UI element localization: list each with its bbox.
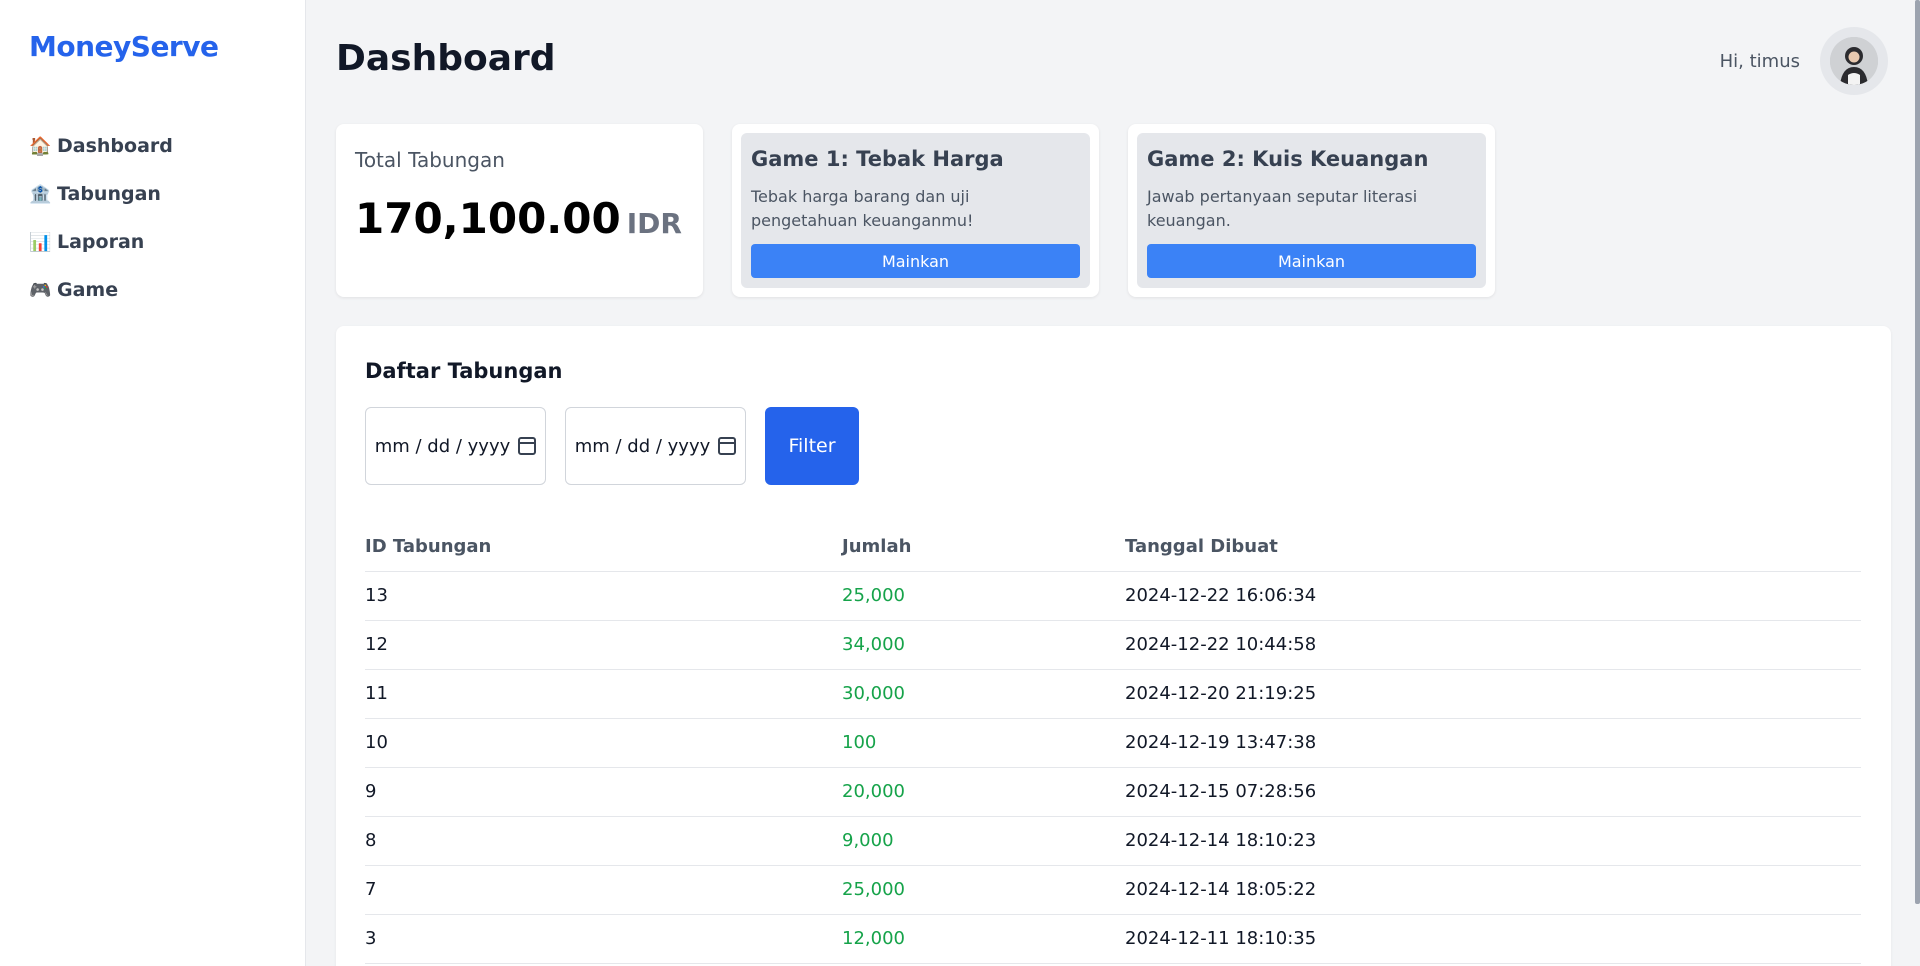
table-row: 12 34,000 2024-12-22 10:44:58	[365, 620, 1861, 670]
page-scrollbar[interactable]	[1915, 0, 1920, 966]
game-title: Game 1: Tebak Harga	[751, 147, 1004, 171]
sidebar-item-laporan[interactable]: 📊 Laporan	[29, 218, 173, 266]
cell-amount: 9,000	[842, 816, 1125, 866]
game-card-kuis-keuangan: Game 2: Kuis Keuangan Jawab pertanyaan s…	[1128, 124, 1495, 297]
cell-date: 2024-12-22 16:06:34	[1125, 571, 1861, 621]
table-row: 11 30,000 2024-12-20 21:19:25	[365, 669, 1861, 719]
game-card-body: Game 1: Tebak Harga Tebak harga barang d…	[741, 133, 1090, 288]
avatar-image	[1830, 37, 1878, 85]
cell-date: 2024-12-14 18:10:23	[1125, 816, 1861, 866]
sidebar-item-label: Game	[57, 279, 119, 301]
cell-id: 11	[365, 669, 842, 719]
calendar-icon[interactable]	[518, 437, 537, 455]
sidebar-nav: 🏠 Dashboard 🏦 Tabungan 📊 Laporan 🎮 Game	[29, 122, 173, 314]
total-savings-card: Total Tabungan 170,100.00 IDR	[336, 124, 703, 297]
cell-amount: 20,000	[842, 767, 1125, 817]
cell-amount: 30,000	[842, 669, 1125, 719]
play-game-2-button[interactable]: Mainkan	[1147, 244, 1476, 278]
savings-list-card: Daftar Tabungan mm / dd / yyyy mm / dd /…	[336, 326, 1891, 966]
cell-date: 2024-12-11 18:10:35	[1125, 914, 1861, 964]
cell-date: 2024-12-19 13:47:38	[1125, 718, 1861, 768]
user-greeting: Hi, timus	[1719, 50, 1800, 72]
column-header-date: Tanggal Dibuat	[1125, 522, 1861, 572]
avatar[interactable]	[1820, 27, 1888, 95]
cell-id: 8	[365, 816, 842, 866]
cell-amount: 100	[842, 718, 1125, 768]
cell-date: 2024-12-22 10:44:58	[1125, 620, 1861, 670]
table-row: 13 25,000 2024-12-22 16:06:34	[365, 571, 1861, 621]
game-card-body: Game 2: Kuis Keuangan Jawab pertanyaan s…	[1137, 133, 1486, 288]
cell-date: 2024-12-15 07:28:56	[1125, 767, 1861, 817]
start-date-placeholder: mm / dd / yyyy	[374, 435, 511, 457]
cell-id: 7	[365, 865, 842, 915]
column-header-id: ID Tabungan	[365, 522, 842, 572]
scrollbar-thumb[interactable]	[1915, 0, 1920, 904]
game-card-tebak-harga: Game 1: Tebak Harga Tebak harga barang d…	[732, 124, 1099, 297]
game-controller-icon: 🎮	[29, 279, 52, 301]
cell-id: 13	[365, 571, 842, 621]
sidebar-item-label: Tabungan	[57, 183, 161, 205]
filter-button[interactable]: Filter	[765, 407, 859, 485]
total-savings-amount: 170,100.00	[355, 194, 621, 243]
game-description: Jawab pertanyaan seputar literasi keuang…	[1147, 187, 1418, 230]
table-row: 8 9,000 2024-12-14 18:10:23	[365, 816, 1861, 866]
cell-id: 3	[365, 914, 842, 964]
table-row: 9 20,000 2024-12-15 07:28:56	[365, 767, 1861, 817]
sidebar: MoneyServe 🏠 Dashboard 🏦 Tabungan 📊 Lapo…	[0, 0, 306, 966]
home-icon: 🏠	[29, 135, 52, 157]
bank-icon: 🏦	[29, 183, 52, 205]
cell-amount: 12,000	[842, 914, 1125, 964]
sidebar-item-label: Dashboard	[57, 135, 173, 157]
total-savings-label: Total Tabungan	[355, 148, 505, 172]
cell-id: 10	[365, 718, 842, 768]
table-header-row: ID Tabungan Jumlah Tanggal Dibuat	[365, 522, 1861, 572]
sidebar-item-tabungan[interactable]: 🏦 Tabungan	[29, 170, 173, 218]
date-filter: mm / dd / yyyy mm / dd / yyyy Filter	[365, 407, 859, 485]
column-header-amount: Jumlah	[842, 522, 1125, 572]
end-date-input[interactable]: mm / dd / yyyy	[565, 407, 746, 485]
bar-chart-icon: 📊	[29, 231, 52, 253]
cell-id: 9	[365, 767, 842, 817]
main-content: Dashboard Hi, timus Total Tabungan 170,1…	[306, 0, 1915, 966]
sidebar-item-dashboard[interactable]: 🏠 Dashboard	[29, 122, 173, 170]
sidebar-item-label: Laporan	[57, 231, 145, 253]
savings-table: ID Tabungan Jumlah Tanggal Dibuat 13 25,…	[365, 522, 1861, 964]
cell-amount: 25,000	[842, 571, 1125, 621]
game-title: Game 2: Kuis Keuangan	[1147, 147, 1429, 171]
table-row: 3 12,000 2024-12-11 18:10:35	[365, 914, 1861, 964]
calendar-icon[interactable]	[718, 437, 737, 455]
cell-amount: 25,000	[842, 865, 1125, 915]
play-game-1-button[interactable]: Mainkan	[751, 244, 1080, 278]
sidebar-item-game[interactable]: 🎮 Game	[29, 266, 173, 314]
cell-id: 12	[365, 620, 842, 670]
cell-date: 2024-12-14 18:05:22	[1125, 865, 1861, 915]
brand-logo[interactable]: MoneyServe	[29, 30, 219, 63]
user-menu: Hi, timus	[1720, 27, 1888, 95]
cell-date: 2024-12-20 21:19:25	[1125, 669, 1861, 719]
currency-label: IDR	[626, 207, 682, 240]
table-row: 10 100 2024-12-19 13:47:38	[365, 718, 1861, 768]
table-row: 7 25,000 2024-12-14 18:05:22	[365, 865, 1861, 915]
total-savings-value: 170,100.00 IDR	[355, 194, 684, 243]
game-description: Tebak harga barang dan uji pengetahuan k…	[751, 187, 974, 230]
cell-amount: 34,000	[842, 620, 1125, 670]
savings-list-title: Daftar Tabungan	[365, 359, 563, 383]
start-date-input[interactable]: mm / dd / yyyy	[365, 407, 546, 485]
end-date-placeholder: mm / dd / yyyy	[574, 435, 711, 457]
page-title: Dashboard	[336, 38, 556, 79]
